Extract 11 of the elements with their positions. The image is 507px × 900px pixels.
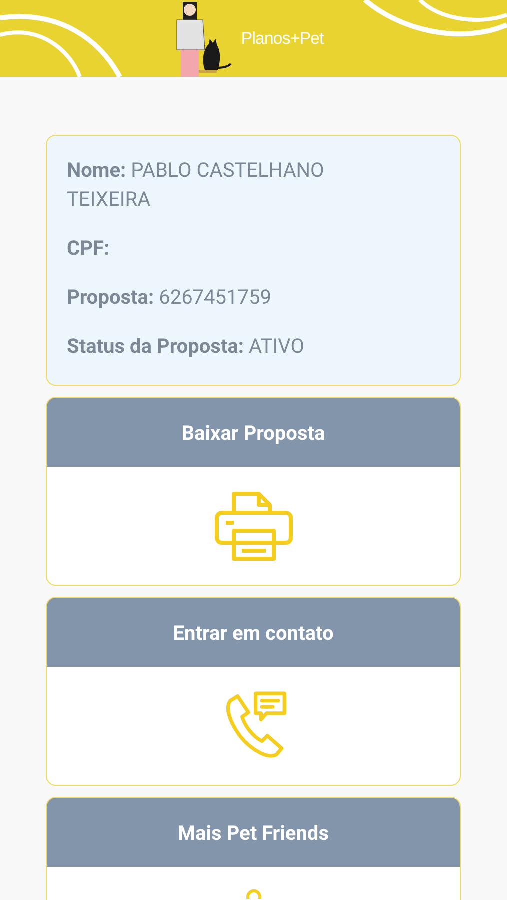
- action-title[interactable]: Mais Pet Friends: [47, 798, 460, 867]
- action-title[interactable]: Baixar Proposta: [47, 398, 460, 467]
- info-row-text: Proposta: 6267451759: [67, 284, 272, 311]
- action-card[interactable]: Entrar em contato: [46, 597, 461, 786]
- logo-text: Planos+Pet: [241, 28, 324, 48]
- action-title[interactable]: Entrar em contato: [47, 598, 460, 667]
- info-row-text: CPF:: [67, 235, 111, 262]
- action-card[interactable]: Baixar Proposta: [46, 397, 461, 586]
- info-row-text: Nome: PABLO CASTELHANO TEIXEIRA: [67, 157, 326, 213]
- action-card[interactable]: Mais Pet Friends: [46, 797, 461, 900]
- info-row-text: Status da Proposta: ATIVO: [67, 333, 306, 360]
